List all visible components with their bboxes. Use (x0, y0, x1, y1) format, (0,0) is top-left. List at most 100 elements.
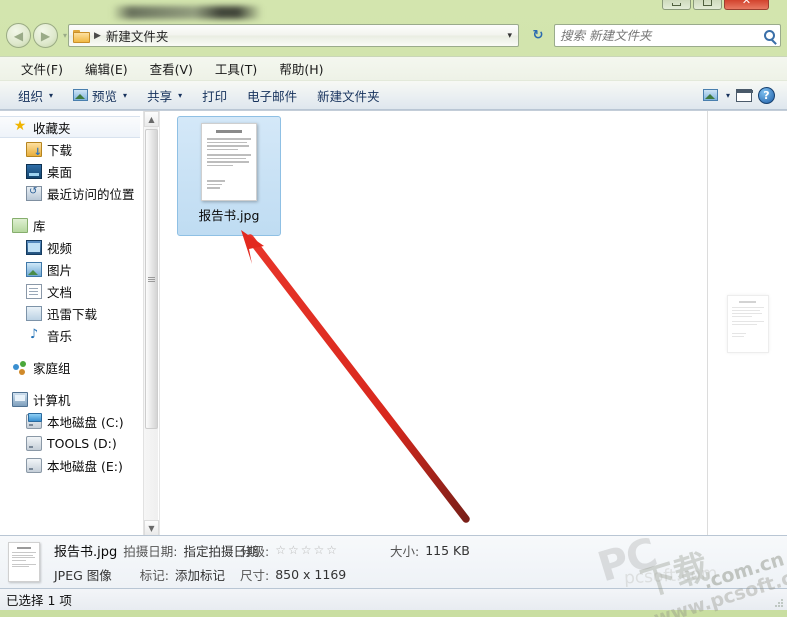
folder-icon (73, 29, 90, 43)
status-text: 已选择 1 项 (6, 593, 72, 608)
file-list-view[interactable]: 报告书.jpg (159, 111, 707, 536)
sidebar-item-label: 下载 (47, 142, 73, 158)
rating-stars[interactable]: ☆ ☆ ☆ ☆ ☆ (275, 544, 337, 556)
sidebar-item-label: 计算机 (33, 392, 71, 408)
search-input[interactable] (560, 28, 764, 43)
organize-label: 组织 (18, 88, 44, 104)
sidebar-item-label: 本地磁盘 (E:) (47, 458, 123, 474)
details-thumbnail-icon (8, 542, 40, 582)
sidebar-item-videos[interactable]: 视频 (0, 236, 140, 258)
sidebar-item-downloads[interactable]: 下载 (0, 138, 140, 160)
refresh-button[interactable]: ↻ (527, 24, 549, 47)
details-pane: 报告书.jpg 拍摄日期: 指定拍摄日期 JPEG 图像 标记: 添加标记 分级… (0, 535, 787, 588)
star-empty-icon[interactable]: ☆ (314, 544, 325, 556)
sidebar-item-xunlei-downloads[interactable]: 迅雷下载 (0, 302, 140, 324)
minimize-button[interactable] (662, 0, 691, 10)
window-controls: ✕ (662, 0, 769, 10)
sidebar-item-drive-d[interactable]: TOOLS (D:) (0, 432, 140, 454)
sidebar-item-label: 桌面 (47, 164, 73, 180)
sidebar-item-music[interactable]: ♪ 音乐 (0, 324, 140, 346)
back-button[interactable]: ◀ (6, 23, 31, 48)
drive-icon (26, 457, 42, 473)
print-button[interactable]: 打印 (192, 83, 237, 108)
sidebar-item-drive-e[interactable]: 本地磁盘 (E:) (0, 454, 140, 476)
menu-file[interactable]: 文件(F) (10, 57, 74, 80)
music-icon: ♪ (29, 326, 39, 342)
sidebar-item-computer[interactable]: 计算机 (0, 388, 140, 410)
window-title-blurred (112, 6, 262, 19)
scrollbar-thumb[interactable] (145, 129, 158, 429)
close-button[interactable]: ✕ (724, 0, 769, 10)
details-size-value: 115 KB (425, 542, 470, 558)
desktop-icon (26, 163, 42, 179)
sidebar-item-favorites[interactable]: ★ 收藏夹 (0, 116, 140, 138)
refresh-icon: ↻ (532, 28, 544, 43)
details-filetype: JPEG 图像 (54, 567, 112, 583)
picture-icon (73, 89, 89, 101)
star-empty-icon[interactable]: ☆ (288, 544, 299, 556)
forward-button[interactable]: ▶ (33, 23, 58, 48)
sidebar-item-drive-c[interactable]: 本地磁盘 (C:) (0, 410, 140, 432)
menu-tools[interactable]: 工具(T) (204, 57, 268, 80)
details-size-label: 大小: (390, 543, 420, 559)
view-mode-icon[interactable] (702, 89, 718, 101)
menu-view[interactable]: 查看(V) (139, 57, 204, 80)
preview-pane-toggle-icon[interactable] (736, 88, 753, 102)
sidebar-item-label: 迅雷下载 (47, 306, 98, 322)
star-empty-icon[interactable]: ☆ (301, 544, 312, 556)
details-column-name: 报告书.jpg 拍摄日期: 指定拍摄日期 JPEG 图像 标记: 添加标记 (54, 541, 258, 584)
menu-help[interactable]: 帮助(H) (268, 57, 334, 80)
details-name-row: 报告书.jpg 拍摄日期: 指定拍摄日期 (54, 541, 258, 560)
nav-group-computer: 计算机 本地磁盘 (C:) TOOLS (D:) 本地磁盘 (E:) (0, 388, 140, 476)
sidebar-item-label: 库 (33, 218, 46, 234)
menu-edit[interactable]: 编辑(E) (74, 57, 139, 80)
maximize-button[interactable] (693, 0, 722, 10)
sidebar-item-libraries[interactable]: 库 (0, 214, 140, 236)
system-drive-icon (26, 412, 42, 429)
email-button[interactable]: 电子邮件 (237, 83, 307, 108)
nav-group-homegroup: 家庭组 (0, 356, 140, 378)
drive-icon (26, 435, 42, 451)
sidebar-item-label: 最近访问的位置 (47, 186, 135, 202)
resize-grip-icon[interactable] (773, 597, 783, 607)
preview-button[interactable]: 预览 ▾ (63, 83, 137, 108)
breadcrumb-current-folder[interactable]: 新建文件夹 (106, 26, 169, 45)
address-row: ◀ ▶ ▾ ▶ 新建文件夹 ▾ ↻ (0, 20, 787, 52)
navigation-pane-scrollbar[interactable]: ▲ ▼ (143, 111, 159, 536)
nav-group-favorites: ★ 收藏夹 下载 桌面 最近访问的位置 (0, 116, 140, 204)
explorer-body: ★ 收藏夹 下载 桌面 最近访问的位置 (0, 110, 787, 536)
chevron-down-icon[interactable]: ▾ (507, 31, 514, 41)
search-box[interactable] (554, 24, 781, 47)
new-folder-button[interactable]: 新建文件夹 (307, 83, 390, 108)
details-tags-label: 标记: (139, 567, 170, 583)
share-button[interactable]: 共享 ▾ (137, 83, 192, 108)
file-item[interactable]: 报告书.jpg (177, 116, 281, 236)
star-empty-icon[interactable]: ☆ (275, 544, 286, 556)
organize-button[interactable]: 组织 ▾ (8, 83, 63, 108)
scroll-up-icon[interactable]: ▲ (144, 111, 159, 127)
view-mode-chevron-down-icon[interactable]: ▾ (726, 91, 730, 100)
star-empty-icon[interactable]: ☆ (326, 544, 337, 556)
command-bar-right: ▾ ? (702, 86, 779, 104)
address-bar[interactable]: ▶ 新建文件夹 ▾ (68, 24, 519, 47)
details-dimensions-label: 尺寸: (240, 567, 270, 583)
sidebar-item-recent-places[interactable]: 最近访问的位置 (0, 182, 140, 204)
sidebar-item-documents[interactable]: 文档 (0, 280, 140, 302)
sidebar-item-pictures[interactable]: 图片 (0, 258, 140, 280)
scrollbar-grip-icon (148, 276, 155, 282)
sidebar-item-desktop[interactable]: 桌面 (0, 160, 140, 182)
scroll-down-icon[interactable]: ▼ (144, 520, 159, 536)
preview-pane (707, 111, 787, 536)
library-icon (12, 217, 28, 233)
xunlei-icon (26, 305, 42, 321)
details-columns: 报告书.jpg 拍摄日期: 指定拍摄日期 JPEG 图像 标记: 添加标记 分级… (54, 541, 520, 584)
details-tags-value[interactable]: 添加标记 (175, 565, 225, 584)
menu-bar: 文件(F) 编辑(E) 查看(V) 工具(T) 帮助(H) (0, 56, 787, 80)
help-icon[interactable]: ? (758, 86, 775, 104)
history-dropdown-icon[interactable]: ▾ (63, 31, 67, 40)
sidebar-item-label: 文档 (47, 284, 73, 300)
print-label: 打印 (202, 88, 228, 104)
sidebar-item-homegroup[interactable]: 家庭组 (0, 356, 140, 378)
close-icon: ✕ (741, 0, 752, 7)
navigation-buttons: ◀ ▶ ▾ (6, 23, 67, 48)
